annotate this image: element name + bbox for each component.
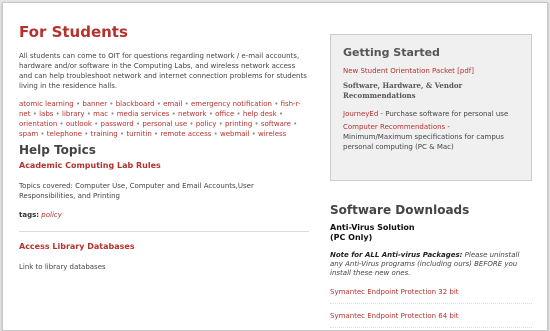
tags-label: tags:: [19, 211, 40, 219]
tag-link[interactable]: library: [62, 110, 85, 118]
orientation-packet-link[interactable]: New Student Orientation Packet [pdf]: [343, 67, 521, 75]
intro-text: All students can come to OIT for questio…: [19, 52, 307, 90]
tag-separator: •: [169, 110, 179, 118]
tag-link[interactable]: orientation: [19, 120, 57, 128]
computer-rec-item: Computer Recommendations - Minimum/Maxim…: [343, 122, 521, 152]
page-frame: For Students All students can come to OI…: [2, 2, 548, 331]
students-column: For Students All students can come to OI…: [19, 23, 309, 282]
topic-link-lab-rules[interactable]: Academic Computing Lab Rules: [19, 161, 309, 170]
tag-link[interactable]: policy: [196, 120, 217, 128]
topic-tags: tags: policy: [19, 211, 309, 219]
tag-link[interactable]: email: [163, 100, 182, 108]
tag-link[interactable]: wireless: [258, 130, 286, 138]
topic-link-library-databases[interactable]: Access Library Databases: [19, 242, 309, 251]
antivirus-title: Anti-Virus Solution: [330, 223, 415, 232]
tag-link[interactable]: banner: [82, 100, 107, 108]
tag-link[interactable]: mac: [93, 110, 108, 118]
tag-link[interactable]: outlook: [66, 120, 92, 128]
journeyed-link[interactable]: JourneyEd: [343, 110, 378, 118]
tag-cloud: atomic learning • banner • blackboard • …: [19, 99, 309, 139]
tag-link[interactable]: software: [261, 120, 291, 128]
topic-description: Topics covered: Computer Use, Computer a…: [19, 182, 254, 200]
journeyed-item: JourneyEd - Purchase software for person…: [343, 109, 521, 119]
tag-link[interactable]: media services: [117, 110, 170, 118]
getting-started-title: Getting Started: [343, 46, 440, 59]
tag-separator: •: [271, 100, 281, 108]
tag-separator: •: [108, 110, 117, 118]
topic-description: Link to library databases: [19, 263, 106, 271]
tag-link[interactable]: training: [91, 130, 118, 138]
tag-separator: •: [82, 130, 91, 138]
tag-separator: •: [276, 110, 284, 118]
tag-separator: •: [206, 110, 216, 118]
tag-link[interactable]: turnitin: [126, 130, 151, 138]
tag-separator: •: [234, 110, 243, 118]
journeyed-desc: - Purchase software for personal use: [378, 110, 509, 118]
tag-separator: •: [290, 120, 298, 128]
help-topic: Access Library Databases Link to library…: [19, 242, 309, 272]
tag-link[interactable]: remote access: [160, 130, 211, 138]
note-label: Note for ALL Anti-virus Packages:: [330, 251, 463, 259]
recommendations-heading: Software, Hardware, & Vendor Recommendat…: [343, 81, 463, 100]
tag-link[interactable]: labs: [39, 110, 53, 118]
sidebar-column: Getting Started New Student Orientation …: [330, 34, 532, 330]
tag-link[interactable]: emergency notification: [191, 100, 272, 108]
computer-recommendations-link[interactable]: Computer Recommendations: [343, 123, 445, 131]
tag-separator: •: [249, 130, 259, 138]
tag-separator: •: [154, 100, 164, 108]
divider: [19, 231, 309, 232]
tag-link[interactable]: password: [101, 120, 134, 128]
tag-separator: •: [216, 120, 225, 128]
tag-separator: •: [211, 130, 220, 138]
tag-separator: •: [252, 120, 261, 128]
tag-link[interactable]: atomic learning: [19, 100, 74, 108]
tag-separator: •: [38, 130, 47, 138]
antivirus-subtitle: (PC Only): [330, 233, 373, 242]
page-title: For Students: [19, 23, 128, 41]
help-topics-heading: Help Topics: [19, 143, 96, 157]
tag-link[interactable]: telephone: [47, 130, 82, 138]
antivirus-note: Note for ALL Anti-virus Packages: Please…: [330, 251, 532, 278]
tag-separator: •: [30, 110, 40, 118]
tag-link[interactable]: printing: [225, 120, 252, 128]
tag-link[interactable]: webmail: [220, 130, 249, 138]
getting-started-box: Getting Started New Student Orientation …: [330, 34, 532, 181]
software-downloads-title: Software Downloads: [330, 203, 470, 217]
help-topic: Academic Computing Lab Rules Topics cove…: [19, 161, 309, 219]
tag-separator: •: [53, 110, 63, 118]
tag-link-policy[interactable]: policy: [41, 211, 62, 219]
download-link-32bit[interactable]: Symantec Endpoint Protection 32 bit: [330, 288, 532, 304]
tag-separator: •: [107, 100, 116, 108]
tag-link[interactable]: help desk: [243, 110, 277, 118]
tag-link[interactable]: blackboard: [116, 100, 155, 108]
tag-separator: •: [84, 110, 94, 118]
tag-link[interactable]: personal use: [142, 120, 187, 128]
tag-separator: •: [187, 120, 196, 128]
tag-separator: •: [182, 100, 191, 108]
tag-separator: •: [91, 120, 101, 128]
tag-link[interactable]: office: [215, 110, 234, 118]
tag-separator: •: [57, 120, 66, 128]
tag-link[interactable]: network: [178, 110, 206, 118]
download-link-64bit[interactable]: Symantec Endpoint Protection 64 bit: [330, 312, 532, 328]
tag-link[interactable]: spam: [19, 130, 38, 138]
